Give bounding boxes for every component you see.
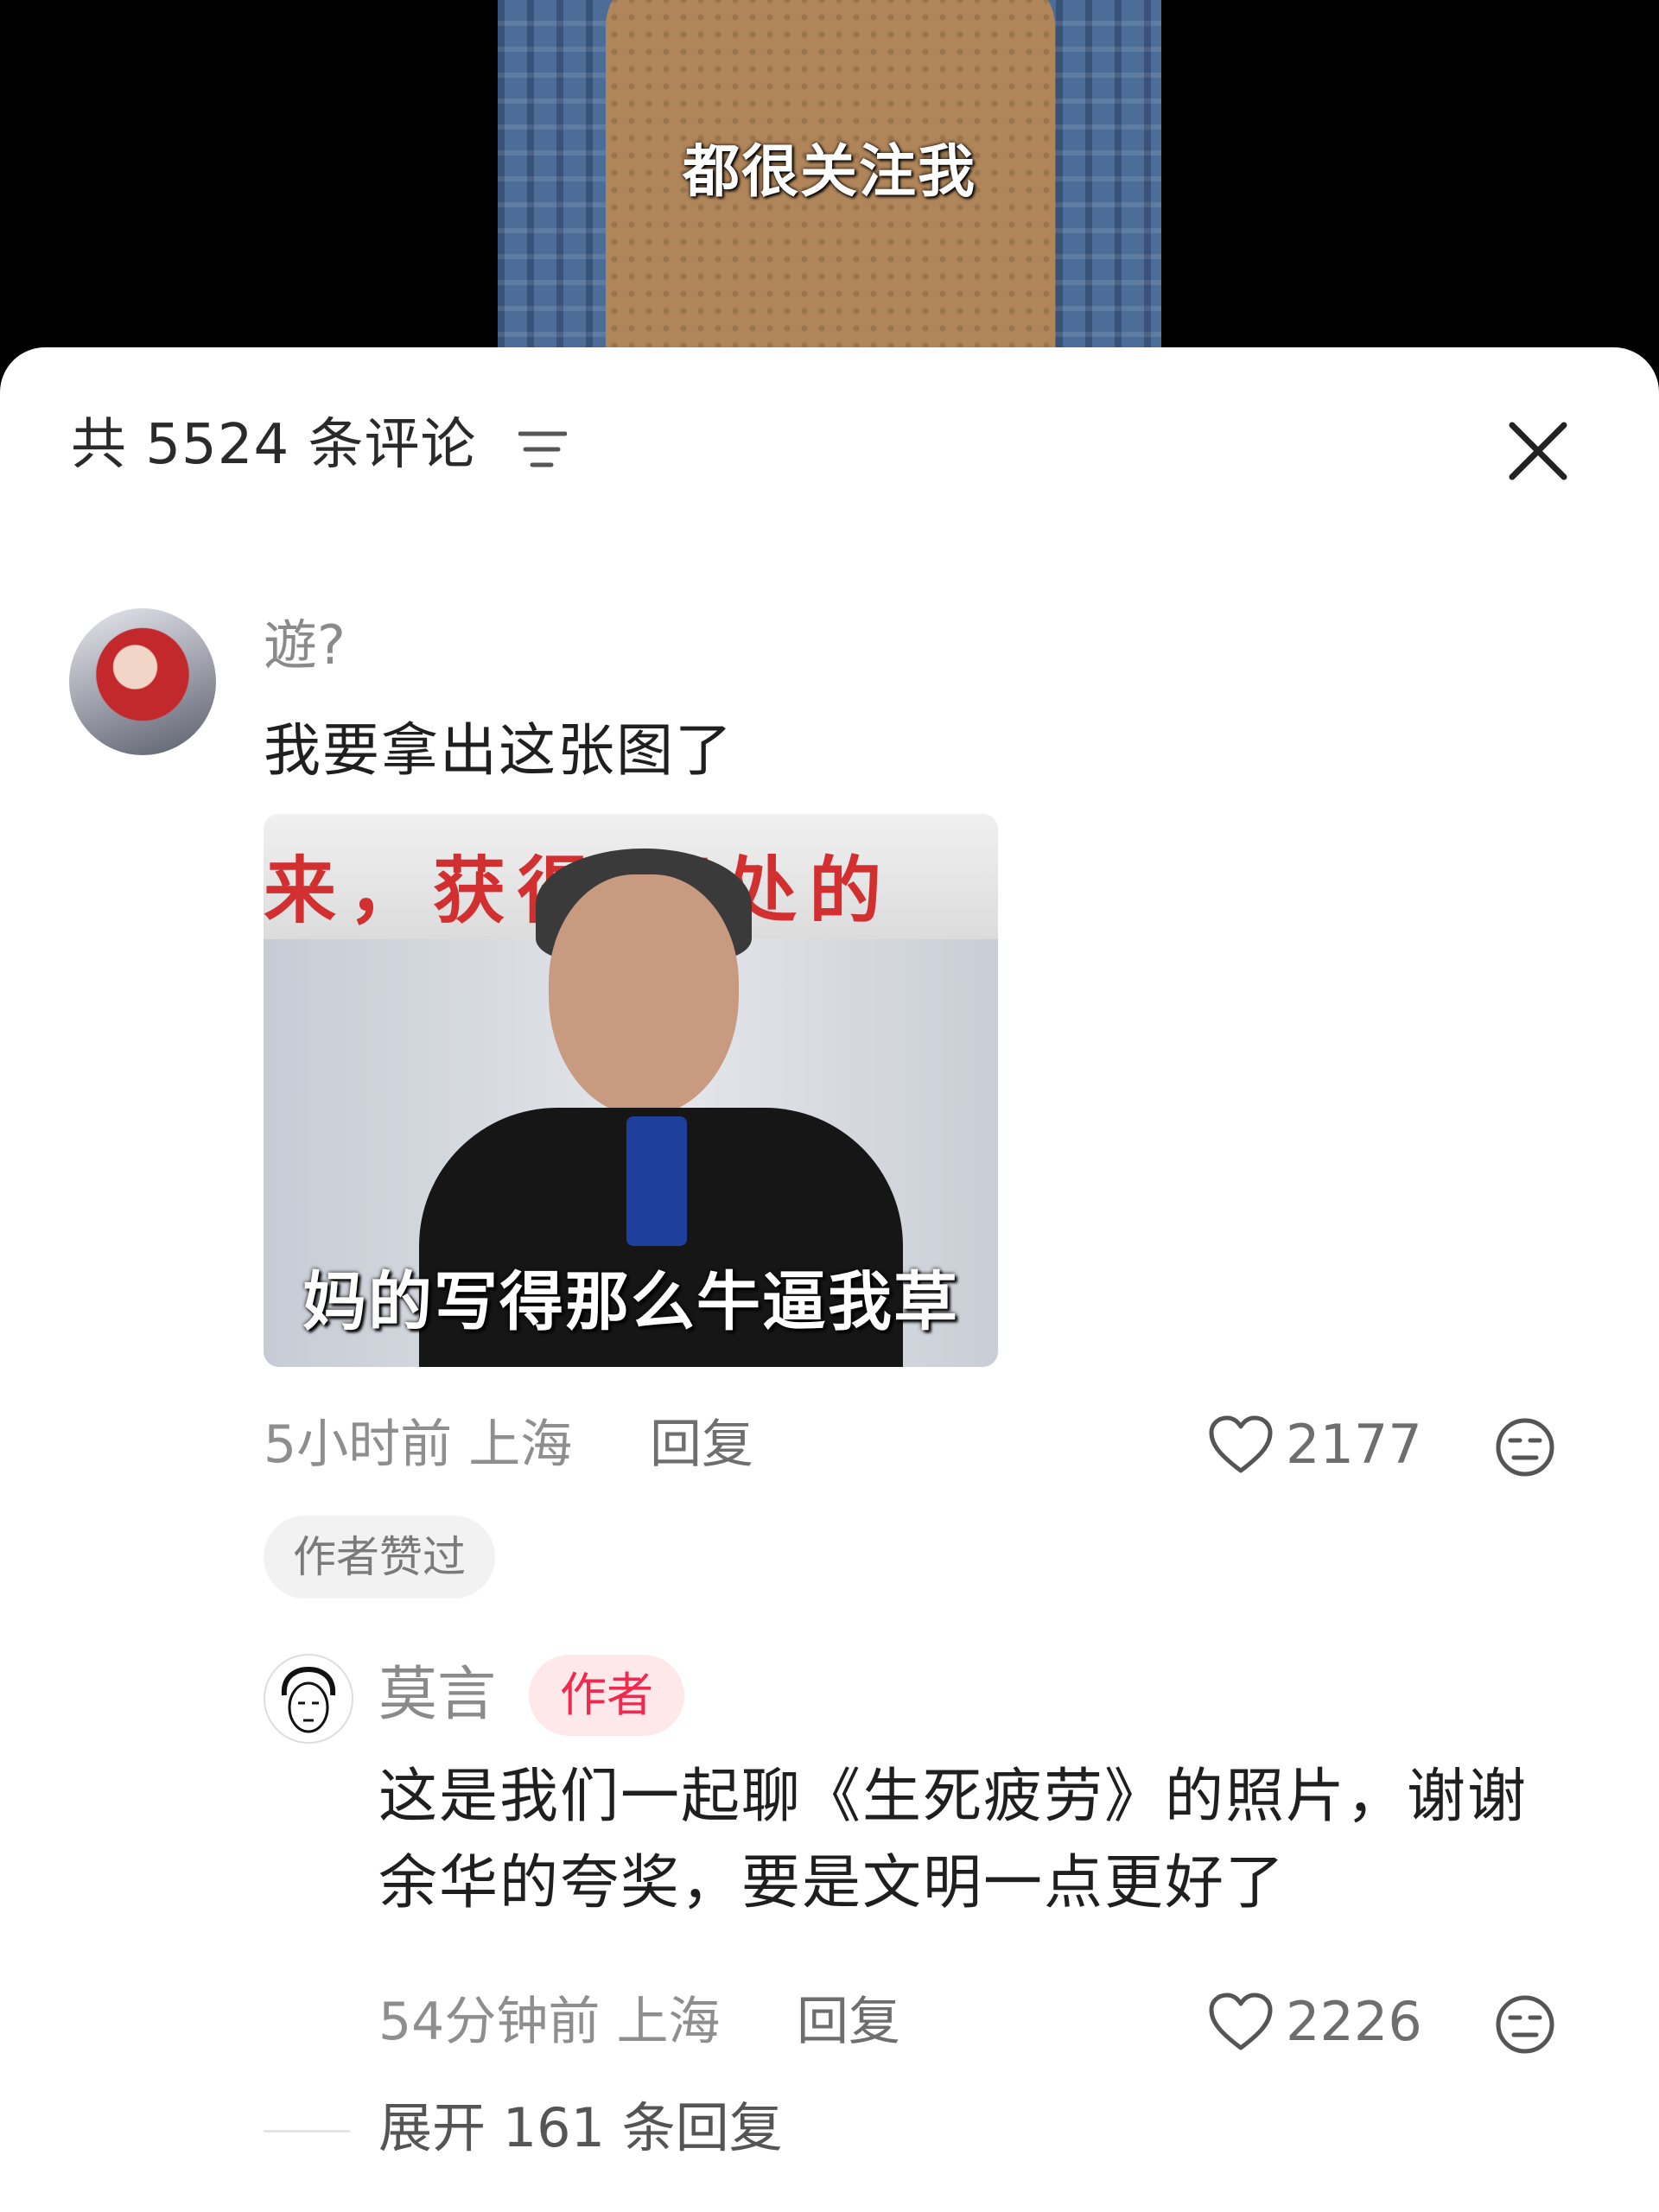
expand-replies-button[interactable]: 展开 161 条回复 — [378, 2089, 783, 2167]
comment-image[interactable]: 来，获得 深处的 妈的写得那么牛逼我草 — [264, 814, 998, 1367]
comment-meta: 5小时前 上海 — [264, 1410, 572, 1479]
comment-username[interactable]: 遊? — [264, 608, 346, 683]
video-frame: 都很关注我 — [498, 0, 1161, 363]
author-tag: 作者 — [529, 1655, 684, 1736]
like-count: 2226 — [1286, 1990, 1422, 2053]
like-count: 2177 — [1286, 1413, 1422, 1476]
reply-button[interactable]: 回复 — [650, 1410, 753, 1479]
reply-username[interactable]: 莫言 — [378, 1654, 496, 1737]
reply-location: 上海 — [616, 1992, 721, 2052]
like-heart-icon[interactable] — [1208, 1993, 1274, 2053]
meme-microphone — [626, 1116, 687, 1246]
reply-time: 54分钟前 — [378, 1992, 601, 2052]
reply-button[interactable]: 回复 — [797, 1987, 900, 2056]
close-icon[interactable] — [1507, 420, 1569, 482]
like-heart-icon[interactable] — [1208, 1415, 1274, 1476]
comment-text: 我要拿出这张图了 — [264, 717, 734, 784]
reply-text: 这是我们一起聊《生死疲劳》的照片，谢谢余华的夸奖，要是文明一点更好了 — [378, 1763, 1529, 1917]
video-player[interactable]: 都很关注我 — [0, 0, 1659, 363]
filter-icon[interactable] — [518, 430, 567, 468]
reply-meta: 54分钟前 上海 — [378, 1987, 720, 2056]
expand-divider — [264, 2130, 350, 2133]
meme-person-face — [549, 874, 739, 1116]
comment-count-title: 共 5524 条评论 — [71, 413, 477, 477]
author-liked-badge: 作者赞过 — [264, 1516, 495, 1599]
comment-location: 上海 — [468, 1414, 573, 1475]
comment-sheet: 共 5524 条评论 遊? 我要拿出这张图了 来，获得 深处的 妈的写得那么牛逼… — [0, 347, 1659, 2212]
video-subtitle: 都很关注我 — [683, 138, 976, 205]
dislike-face-icon[interactable] — [1495, 1417, 1555, 1478]
dislike-face-icon[interactable] — [1495, 1994, 1555, 2055]
reply-avatar[interactable] — [264, 1654, 353, 1744]
avatar[interactable] — [69, 608, 216, 755]
meme-caption: 妈的写得那么牛逼我草 — [302, 1265, 959, 1339]
comment-time: 5小时前 — [264, 1414, 453, 1475]
